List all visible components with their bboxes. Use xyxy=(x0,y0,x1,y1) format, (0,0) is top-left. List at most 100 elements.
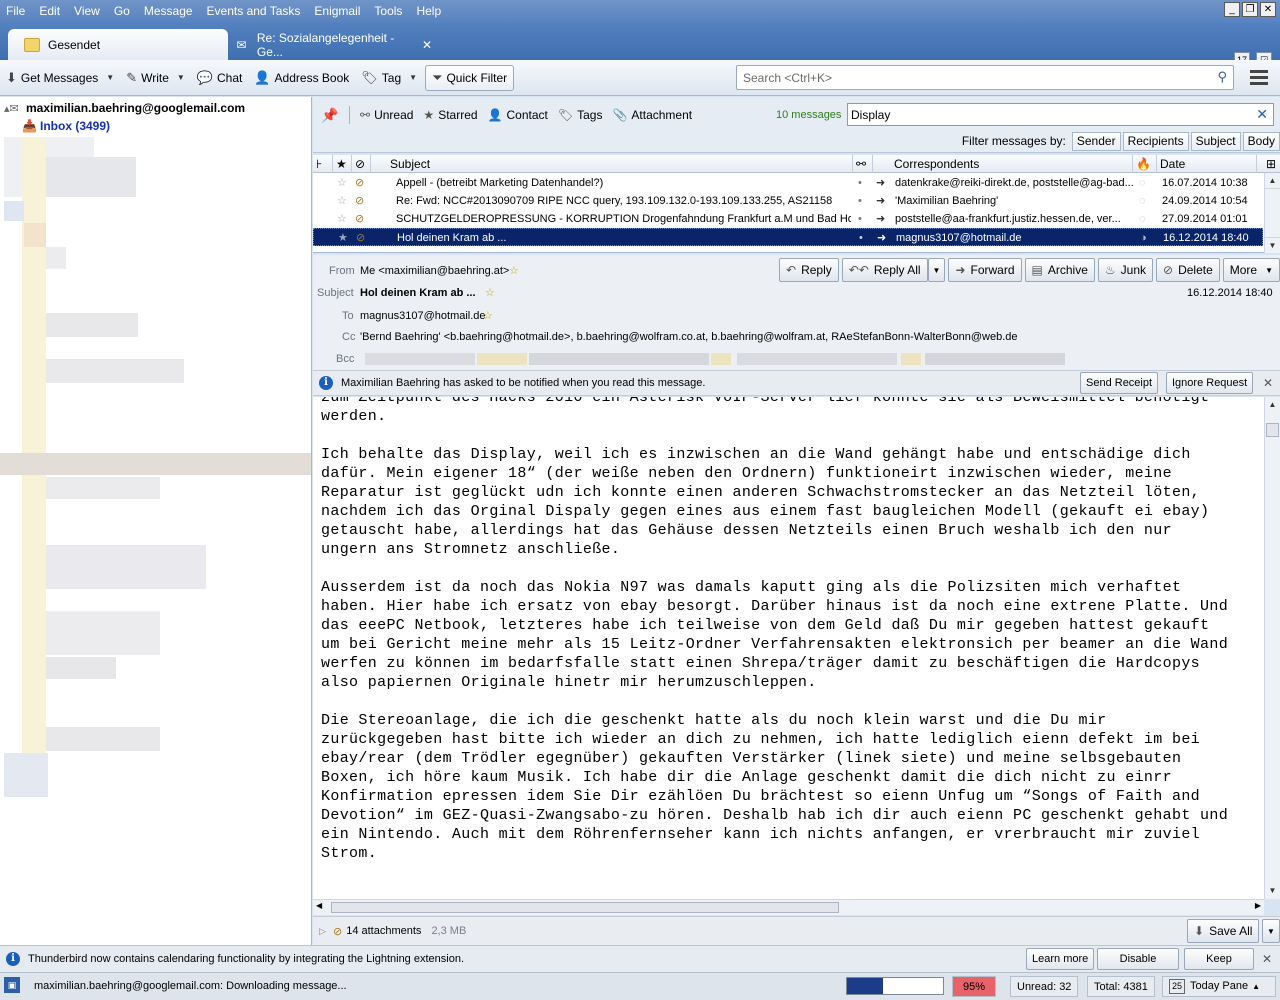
read-status-icon[interactable]: • xyxy=(858,210,866,228)
star-icon[interactable]: ☆ xyxy=(509,264,519,277)
subject-column-header[interactable]: Subject xyxy=(387,155,853,173)
menu-message[interactable]: Message xyxy=(137,4,200,18)
filter-sender-button[interactable]: Sender xyxy=(1071,131,1121,151)
save-all-dropdown-icon[interactable]: ▼ xyxy=(1262,919,1280,943)
today-pane-toggle[interactable]: 25 Today Pane ▲ xyxy=(1162,976,1276,997)
thread-scrollbar[interactable]: ▲ ▼ xyxy=(1264,173,1280,253)
filter-recipients-button[interactable]: Recipients xyxy=(1122,131,1189,151)
filter-contact-toggle[interactable]: 👤 Contact xyxy=(488,108,548,122)
pin-icon[interactable]: 📌 xyxy=(321,107,343,124)
address-book-button[interactable]: 👤 Address Book xyxy=(248,65,355,91)
read-status-icon[interactable]: • xyxy=(859,229,867,247)
get-messages-button[interactable]: ⬇ Get Messages ▼ xyxy=(0,65,120,91)
junk-status-icon[interactable]: ◌ xyxy=(1139,174,1153,192)
message-horizontal-scrollbar[interactable]: ◀ ▶ xyxy=(313,899,1264,915)
star-icon[interactable]: ☆ xyxy=(337,192,351,210)
scroll-right-icon[interactable]: ▶ xyxy=(1255,901,1261,910)
scroll-up-icon[interactable]: ▲ xyxy=(1265,173,1280,189)
message-body[interactable]: zum Zeitpunkt des Hacks 2010 ein Asteris… xyxy=(313,397,1264,899)
star-icon[interactable]: ☆ xyxy=(483,309,493,322)
search-input[interactable]: Search <Ctrl+K> ⚲ xyxy=(736,65,1234,90)
menu-help[interactable]: Help xyxy=(409,4,448,18)
scroll-thumb[interactable] xyxy=(1266,423,1279,437)
star-icon[interactable]: ☆ xyxy=(337,174,351,192)
reply-button[interactable]: ↶ Reply xyxy=(779,258,839,282)
chevron-down-icon[interactable]: ▼ xyxy=(409,73,417,82)
correspondents-column-header[interactable]: Correspondents xyxy=(891,155,1133,173)
tab-message[interactable]: ✉ Re: Sozialangelegenheit - Ge... ✕ xyxy=(232,29,432,60)
scroll-down-icon[interactable]: ▼ xyxy=(1265,237,1280,253)
filter-subject-button[interactable]: Subject xyxy=(1190,131,1241,151)
tab-gesendet[interactable]: Gesendet xyxy=(8,29,228,60)
filter-attachment-toggle[interactable]: 📎 Attachment xyxy=(612,108,692,122)
junk-column-icon[interactable]: 🔥 xyxy=(1133,155,1157,173)
attachment-count[interactable]: 14 attachments xyxy=(346,925,421,937)
star-column-icon[interactable]: ★ xyxy=(333,155,352,173)
from-value[interactable]: Me <maximilian@baehring.at> xyxy=(360,265,509,277)
learn-more-button[interactable]: Learn more xyxy=(1026,948,1095,970)
expand-twisty-icon[interactable]: ▷ xyxy=(319,926,333,937)
to-value[interactable]: magnus3107@hotmail.de xyxy=(360,310,486,322)
ignore-request-button[interactable]: Ignore Request xyxy=(1166,372,1254,394)
reply-all-dropdown-icon[interactable]: ▼ xyxy=(927,258,946,282)
write-button[interactable]: ✎ Write ▼ xyxy=(120,65,191,91)
menu-edit[interactable]: Edit xyxy=(32,4,67,18)
filter-starred-toggle[interactable]: ★ Starred xyxy=(423,108,477,122)
menu-events-and-tasks[interactable]: Events and Tasks xyxy=(200,4,308,18)
thread-column-icon[interactable]: ⊦ xyxy=(313,155,333,173)
date-column-header[interactable]: Date xyxy=(1157,155,1257,173)
scroll-down-icon[interactable]: ▼ xyxy=(1265,883,1280,899)
chevron-down-icon[interactable]: ▼ xyxy=(106,73,114,82)
thread-row[interactable]: ☆ ⊘ Re: Fwd: NCC#2013090709 RIPE NCC que… xyxy=(313,192,1263,210)
close-icon[interactable]: ✕ xyxy=(1262,952,1272,966)
archive-button[interactable]: ▤ Archive xyxy=(1024,258,1095,282)
account-folder[interactable]: ▴✉ maximilian.baehring@googlemail.com xyxy=(4,101,245,115)
filter-text-input[interactable]: Display ✕ xyxy=(847,103,1274,126)
menu-tools[interactable]: Tools xyxy=(367,4,409,18)
app-menu-icon[interactable] xyxy=(1248,68,1270,88)
message-vertical-scrollbar[interactable]: ▲ ▼ xyxy=(1264,397,1280,899)
thread-row-selected[interactable]: ★ ⊘ Hol deinen Kram ab ... • ➜ magnus310… xyxy=(313,228,1263,246)
scroll-up-icon[interactable]: ▲ xyxy=(1265,397,1280,413)
forward-button[interactable]: ➜ Forward xyxy=(948,258,1022,282)
reply-all-button[interactable]: ↶↶ Reply All xyxy=(841,258,928,282)
star-icon[interactable]: ☆ xyxy=(337,210,351,228)
close-window-icon[interactable]: ✕ xyxy=(1260,2,1276,17)
menu-view[interactable]: View xyxy=(67,4,107,18)
thread-row[interactable]: ☆ ⊘ SCHUTZGELDEROPRESSUNG - KORRUPTION D… xyxy=(313,210,1263,228)
cc-value[interactable]: 'Bernd Baehring' <b.baehring@hotmail.de>… xyxy=(360,331,1018,343)
tag-button[interactable]: 🏷 Tag ▼ xyxy=(355,65,423,91)
junk-button[interactable]: ♨ Junk xyxy=(1097,258,1154,282)
chevron-down-icon[interactable]: ▼ xyxy=(177,73,185,82)
more-button[interactable]: More ▼ xyxy=(1222,258,1280,282)
close-icon[interactable]: ✕ xyxy=(1263,376,1273,390)
thread-row[interactable]: ☆ ⊘ Appell - (betreibt Marketing Datenha… xyxy=(313,174,1263,192)
restore-icon[interactable]: ❐ xyxy=(1242,2,1258,17)
inbox-folder[interactable]: 📥 Inbox (3499) xyxy=(22,119,110,133)
menu-file[interactable]: File xyxy=(0,4,32,18)
quick-filter-button[interactable]: ⏷ Quick Filter xyxy=(425,64,515,91)
clear-icon[interactable]: ✕ xyxy=(1256,106,1268,123)
scroll-left-icon[interactable]: ◀ xyxy=(316,901,322,910)
star-icon[interactable]: ★ xyxy=(338,229,352,247)
close-tab-icon[interactable]: ✕ xyxy=(422,38,432,52)
scroll-thumb[interactable] xyxy=(331,902,839,913)
attachment-column-icon[interactable]: ⊘ xyxy=(352,155,371,173)
send-receipt-button[interactable]: Send Receipt xyxy=(1080,372,1159,394)
filter-body-button[interactable]: Body xyxy=(1242,131,1280,151)
disable-button[interactable]: Disable xyxy=(1097,948,1179,970)
keep-button[interactable]: Keep xyxy=(1184,948,1254,970)
read-status-icon[interactable]: • xyxy=(858,174,866,192)
junk-status-icon[interactable]: ◌ xyxy=(1139,192,1153,210)
minimize-icon[interactable]: _ xyxy=(1224,2,1240,17)
filter-tags-toggle[interactable]: 🏷 Tags xyxy=(558,108,603,122)
filter-unread-toggle[interactable]: ⚯ Unread xyxy=(360,108,413,122)
read-status-icon[interactable]: • xyxy=(858,192,866,210)
menu-enigmail[interactable]: Enigmail xyxy=(307,4,367,18)
search-icon[interactable]: ⚲ xyxy=(1217,69,1227,85)
chat-button[interactable]: 💬 Chat xyxy=(191,65,249,91)
star-icon[interactable]: ☆ xyxy=(485,286,495,299)
save-all-button[interactable]: ⬇ Save All xyxy=(1187,919,1260,943)
read-column-icon[interactable]: ⚯ xyxy=(853,155,873,173)
junk-status-icon[interactable]: ◑ xyxy=(1140,229,1154,247)
